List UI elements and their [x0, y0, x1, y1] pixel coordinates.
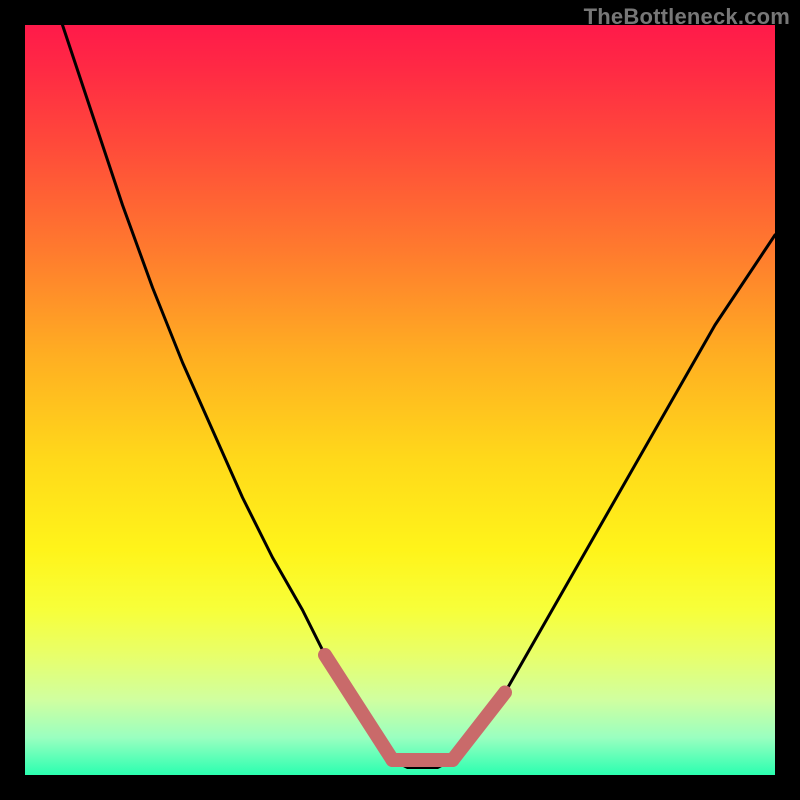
curve-layer — [25, 25, 775, 775]
bottleneck-curves — [63, 25, 776, 768]
right-accent — [453, 693, 506, 761]
outer-frame: TheBottleneck.com — [0, 0, 800, 800]
watermark-text: TheBottleneck.com — [584, 4, 790, 30]
curve-right-curve — [453, 235, 776, 760]
curve-left-curve — [63, 25, 393, 760]
accent-segments — [325, 655, 505, 760]
left-accent — [325, 655, 393, 760]
plot-area — [25, 25, 775, 775]
